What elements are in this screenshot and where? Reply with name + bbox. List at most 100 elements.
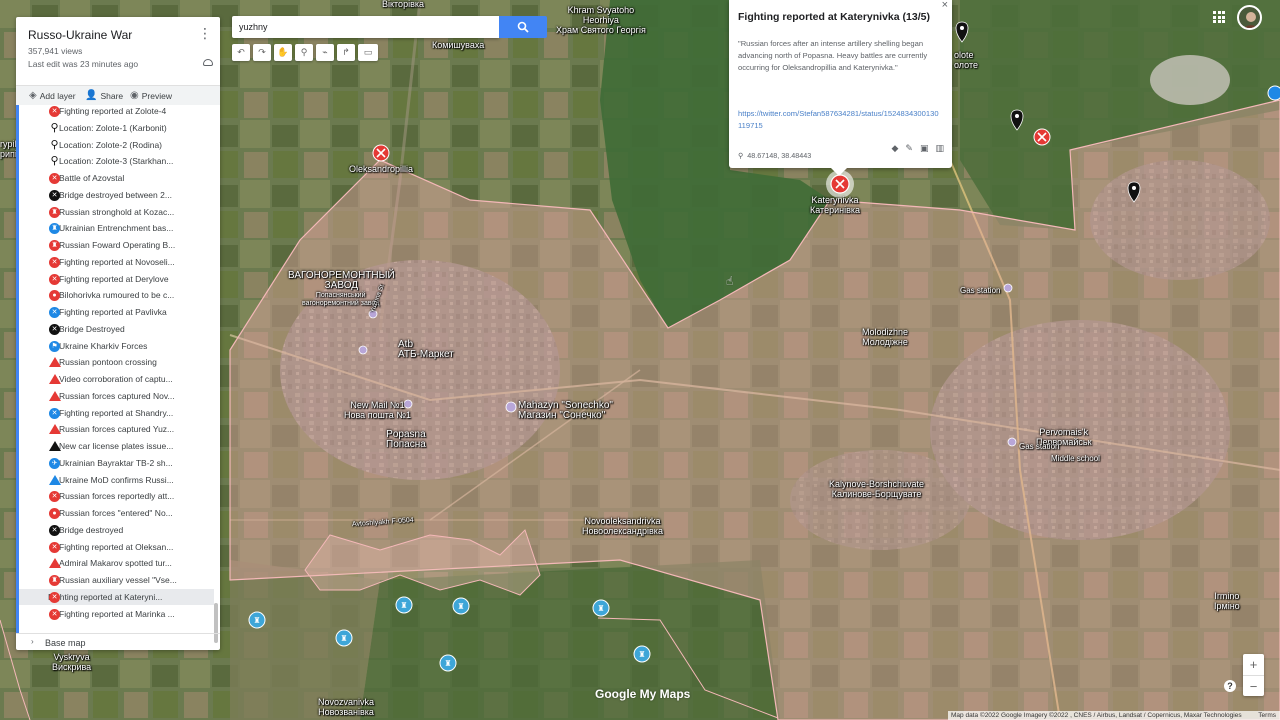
layer-item-label: Bilohorivka rumoured to be c... (59, 290, 175, 301)
layer-item[interactable]: ✕ Fighting reported at Kateryni... (19, 588, 214, 605)
layer-item-label: Ukraine Kharkiv Forces (59, 340, 148, 351)
layer-item[interactable]: ⚲ Location: Zolote-3 (Starkhan... (46, 153, 214, 169)
layer-item[interactable]: Russian forces captured Yuz... (46, 421, 214, 437)
place-label-gas-station-2: Gas station (1019, 442, 1060, 451)
base-map-row[interactable]: › Base map (16, 633, 220, 650)
search-button[interactable] (499, 16, 547, 38)
popup-description: "Russian forces after an intense artille… (738, 39, 928, 72)
layer-item[interactable]: ✕ Fighting reported at Zolote-4 (46, 105, 214, 119)
zoom-in-button[interactable]: + (1243, 654, 1264, 675)
edit-pencil-icon[interactable]: ✎ (905, 143, 913, 154)
draw-line-icon[interactable]: ⌁ (316, 44, 334, 61)
blue-x-icon: ✕ (49, 407, 60, 419)
layer-item-label: Bridge destroyed between 2... (59, 189, 172, 200)
trash-icon[interactable]: ▥ (935, 143, 944, 154)
layer-item[interactable]: ✕ Fighting reported at Derylove (46, 271, 214, 287)
layer-item-label: Fighting reported at Zolote-4 (59, 106, 167, 116)
layer-item[interactable]: ✕ Bridge Destroyed (46, 321, 214, 337)
zoom-out-button[interactable]: − (1243, 676, 1264, 697)
more-options-icon[interactable]: ⋮ (198, 26, 212, 40)
svg-text:♜: ♜ (400, 601, 407, 610)
avatar[interactable] (1237, 5, 1262, 30)
hand-cursor-icon: ☝ (726, 274, 734, 288)
place-label-viktorivka: Вікторівка (382, 0, 424, 9)
redo-icon[interactable]: ↷ (253, 44, 271, 61)
black-x-icon: ✕ (49, 189, 60, 201)
layer-item-label: Fighting reported at Novoseli... (59, 256, 175, 267)
layer-item[interactable]: ♜ Russian auxiliary vessel "Vse... (46, 572, 214, 588)
layer-list: ✕ Fighting reported at Zolote-4 ⚲ Location:… (16, 105, 220, 633)
layer-item[interactable]: Ukraine MoD confirms Russi... (46, 472, 214, 488)
layer-item[interactable]: ⚲ Location: Zolote-2 (Rodina) (46, 137, 214, 153)
red-x-icon: ✕ (49, 541, 60, 553)
attribution-text: Map data ©2022 Google Imagery ©2022 , CN… (951, 712, 1242, 719)
blue-triangle-icon (49, 474, 61, 485)
ruler-icon[interactable]: ▭ (358, 44, 378, 61)
directions-icon[interactable]: ↱ (337, 44, 355, 61)
layer-item[interactable]: ✕ Fighting reported at Pavlivka (46, 304, 214, 320)
popup-link[interactable]: https://twitter.com/Stefan587634281/stat… (738, 108, 940, 132)
black-x-icon: ✕ (49, 524, 60, 536)
blue-castle-marker[interactable] (1267, 85, 1280, 101)
svg-text:♜: ♜ (253, 616, 260, 625)
layer-item[interactable]: ✕ Fighting reported at Oleksan... (46, 539, 214, 555)
layer-item-label: Russian forces captured Yuz... (59, 424, 175, 435)
layer-item[interactable]: ✕ Russian forces reportedly att... (46, 488, 214, 504)
svg-text:♜: ♜ (444, 659, 451, 668)
layer-item[interactable]: ♜ Russian stronghold at Kozac... (46, 204, 214, 220)
layer-item[interactable]: ⚑ Ukraine Kharkiv Forces (46, 338, 214, 354)
layer-item-label: Fighting reported at Marinka ... (59, 608, 175, 619)
map-title[interactable]: Russo-Ukraine War (28, 28, 132, 42)
undo-icon[interactable]: ↶ (232, 44, 250, 61)
red-x-marker-zolote[interactable] (1033, 128, 1051, 146)
pin-icon: ⚲ (50, 138, 59, 151)
red-triangle-icon (49, 390, 61, 401)
layer-item[interactable]: ✈ Ukrainian Bayraktar TB-2 sh... (46, 455, 214, 471)
preview-button[interactable]: ◉ Preview (130, 90, 172, 101)
add-marker-icon[interactable]: ⚲ (295, 44, 313, 61)
layer-item[interactable]: Admiral Makarov spotted tur... (46, 555, 214, 571)
close-icon[interactable]: × (942, 0, 948, 11)
red-triangle-icon (49, 558, 61, 569)
red-castle-icon: ♜ (49, 206, 60, 218)
layer-item[interactable]: ✕ Battle of Azovstal (46, 170, 214, 186)
hand-icon[interactable]: ✋ (274, 44, 292, 61)
place-label-newmail: New Mail №1 Нова пошта №1 (344, 400, 411, 420)
layer-item-label: Russian forces captured Nov... (59, 390, 175, 401)
red-x-marker-oleksandropillia[interactable] (372, 144, 390, 162)
layer-item[interactable]: ● Russian forces "entered" No... (46, 505, 214, 521)
layer-item[interactable]: ✕ Bridge destroyed between 2... (46, 187, 214, 203)
layer-item-label: Fighting reported at Pavlivka (59, 307, 167, 317)
svg-text:♜: ♜ (597, 604, 604, 613)
layer-item[interactable]: ⚲ Location: Zolote-1 (Karbonit) (46, 120, 214, 136)
cloud-saved-icon (203, 59, 213, 66)
location-pin-icon: ⚲ (738, 151, 744, 160)
terms-link[interactable]: Terms (1258, 711, 1276, 720)
search-input[interactable]: yuzhny (232, 16, 499, 38)
help-icon[interactable]: ? (1224, 680, 1236, 692)
layer-item[interactable]: New car license plates issue... (46, 438, 214, 454)
last-edit-text: Last edit was 23 minutes ago (28, 59, 139, 69)
layer-item[interactable]: Russian forces captured Nov... (46, 388, 214, 404)
layer-item[interactable]: ● Bilohorivka rumoured to be c... (46, 287, 214, 303)
layer-item[interactable]: ✕ Fighting reported at Novoseli... (46, 254, 214, 270)
layer-item[interactable]: ✕ Fighting reported at Shandry... (46, 405, 214, 421)
layer-item[interactable]: Russian pontoon crossing (46, 354, 214, 370)
place-label-oleksandropillia: Oleksandropillia (349, 164, 414, 174)
black-x-icon: ✕ (49, 323, 60, 335)
layer-item[interactable]: ♜ Ukrainian Entrenchment bas... (46, 220, 214, 236)
add-layer-button[interactable]: ◈ Add layer (29, 90, 76, 101)
layer-item[interactable]: ✕ Fighting reported at Marinka ... (46, 606, 214, 622)
search-value: yuzhny (239, 22, 268, 32)
share-button[interactable]: 👤 Share (85, 90, 123, 101)
layer-item-label: Location: Zolote-2 (Rodina) (59, 139, 163, 150)
layer-item[interactable]: ♜ Russian Foward Operating B... (46, 237, 214, 253)
camera-icon[interactable]: ▣ (920, 143, 929, 154)
apps-grid-icon[interactable] (1213, 11, 1225, 23)
black-triangle-icon (49, 441, 61, 451)
layer-item[interactable]: Video corroboration of captu... (46, 371, 214, 387)
layer-item-label: Fighting reported at Shandry... (59, 407, 174, 418)
paint-bucket-icon[interactable]: ◆ (892, 143, 899, 154)
layer-item[interactable]: ✕ Bridge destroyed (46, 522, 214, 538)
layer-item-label: Russian pontoon crossing (59, 357, 157, 368)
